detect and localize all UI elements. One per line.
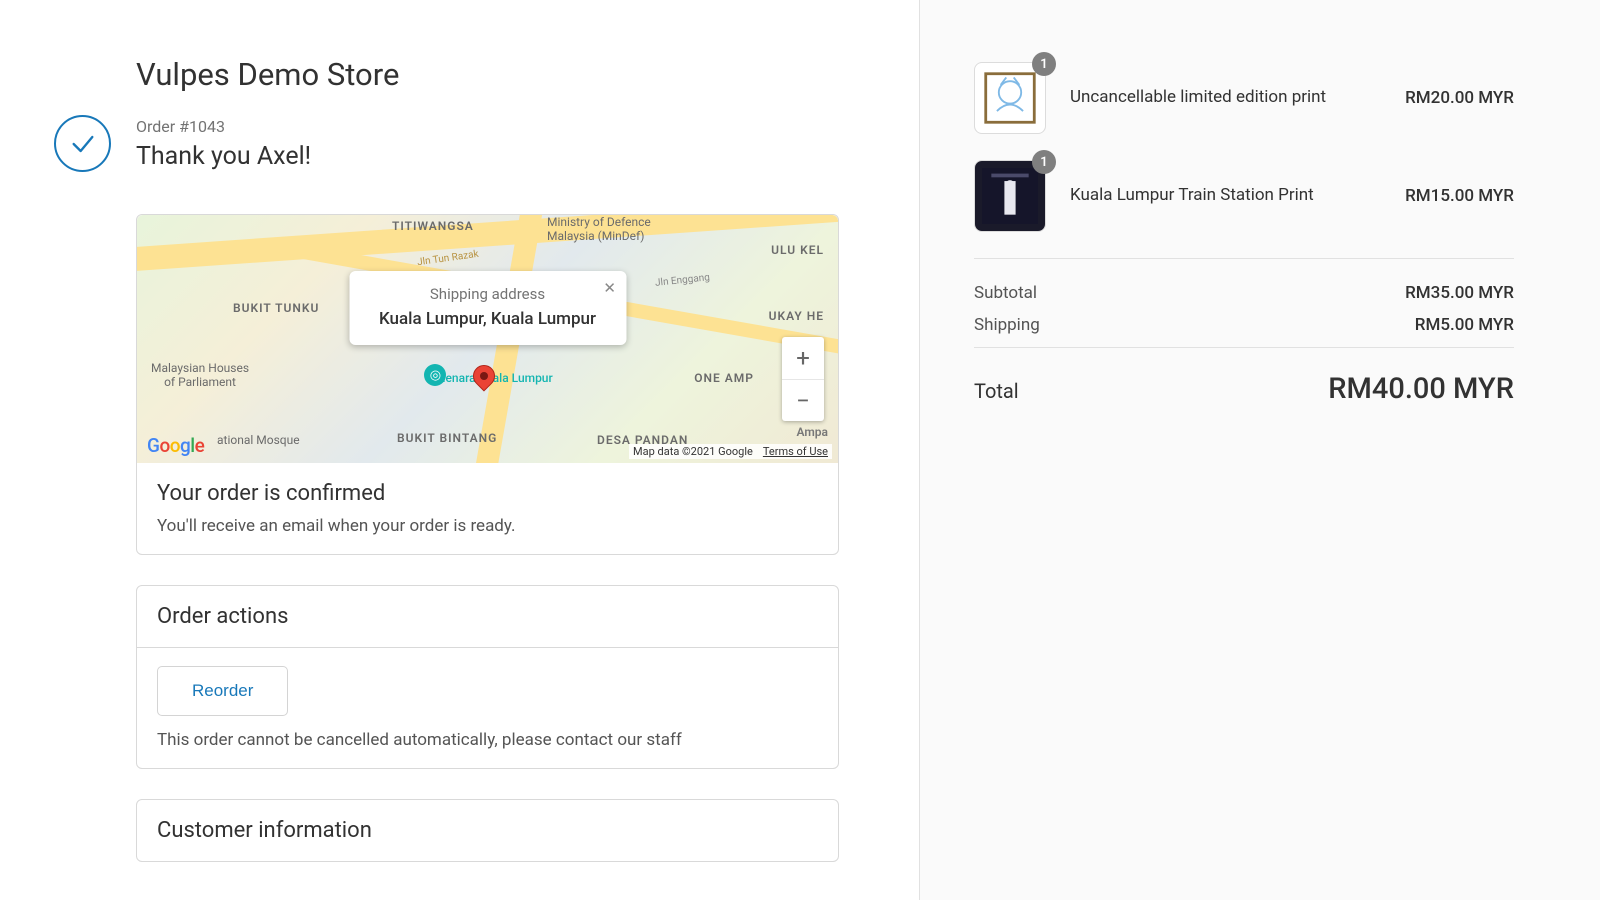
customer-info-title: Customer information	[157, 818, 818, 843]
map-label-jlnenggang: Jln Enggang	[655, 272, 711, 289]
line-item-name: Kuala Lumpur Train Station Print	[1070, 184, 1405, 208]
map-label-oneamp: ONE AMP	[694, 371, 754, 385]
line-item: 1 Uncancellable limited edition print RM…	[974, 62, 1514, 134]
line-item-price: RM15.00 MYR	[1405, 186, 1514, 206]
success-check-icon	[54, 115, 111, 172]
cancel-policy-note: This order cannot be cancelled automatic…	[157, 730, 818, 750]
map-label-ukayhe: UKAY HE	[769, 309, 824, 323]
map-attribution: Map data ©2021 GoogleTerms of Use	[629, 444, 832, 459]
order-actions-title: Order actions	[157, 604, 818, 629]
subtotal-value: RM35.00 MYR	[1405, 283, 1514, 303]
quantity-badge: 1	[1032, 52, 1056, 76]
map-label-ulukel: ULU KEL	[771, 243, 824, 257]
store-title[interactable]: Vulpes Demo Store	[136, 56, 839, 93]
zoom-in-button[interactable]: +	[782, 337, 824, 379]
order-number: Order #1043	[136, 117, 311, 136]
map-terms-link[interactable]: Terms of Use	[763, 445, 828, 458]
address-popup-value: Kuala Lumpur, Kuala Lumpur	[379, 309, 596, 329]
line-item-price: RM20.00 MYR	[1405, 88, 1514, 108]
map-label-mosque: ational Mosque	[217, 433, 300, 447]
thank-you-heading: Thank you Axel!	[136, 142, 311, 171]
map-label-mindef: Ministry of Defence Malaysia (MinDef)	[547, 215, 651, 243]
shipping-map[interactable]: TITIWANGSA BUKIT TUNKU BUKIT BINTANG ULU…	[137, 215, 838, 463]
total-value: RM40.00 MYR	[1328, 372, 1514, 406]
total-label: Total	[974, 379, 1019, 403]
close-icon[interactable]: ✕	[603, 279, 616, 297]
shipping-value: RM5.00 MYR	[1415, 315, 1514, 335]
map-label-bukitbintang: BUKIT BINTANG	[397, 431, 497, 445]
quantity-badge: 1	[1032, 150, 1056, 174]
order-confirmed-title: Your order is confirmed	[157, 481, 818, 506]
zoom-out-button[interactable]: −	[782, 379, 824, 421]
address-popup: ✕ Shipping address Kuala Lumpur, Kuala L…	[349, 271, 626, 345]
subtotal-label: Subtotal	[974, 283, 1037, 303]
address-popup-label: Shipping address	[379, 285, 596, 303]
reorder-button[interactable]: Reorder	[157, 666, 288, 716]
order-summary-panel: 1 Uncancellable limited edition print RM…	[920, 0, 1600, 900]
map-label-parliament: Malaysian Houses of Parliament	[151, 361, 249, 389]
map-label-jlntun: Jln Tun Razak	[417, 249, 480, 269]
line-item: 1 Kuala Lumpur Train Station Print RM15.…	[974, 160, 1514, 232]
map-zoom-control: + −	[782, 337, 824, 421]
map-label-titiwangsa: TITIWANGSA	[392, 219, 474, 233]
google-logo: Google	[147, 434, 204, 457]
line-item-name: Uncancellable limited edition print	[1070, 86, 1405, 110]
map-label-bukittunku: BUKIT TUNKU	[233, 301, 319, 315]
shipping-label: Shipping	[974, 315, 1040, 335]
order-confirmed-body: You'll receive an email when your order …	[157, 516, 818, 536]
map-label-ampa: Ampa	[797, 425, 828, 439]
